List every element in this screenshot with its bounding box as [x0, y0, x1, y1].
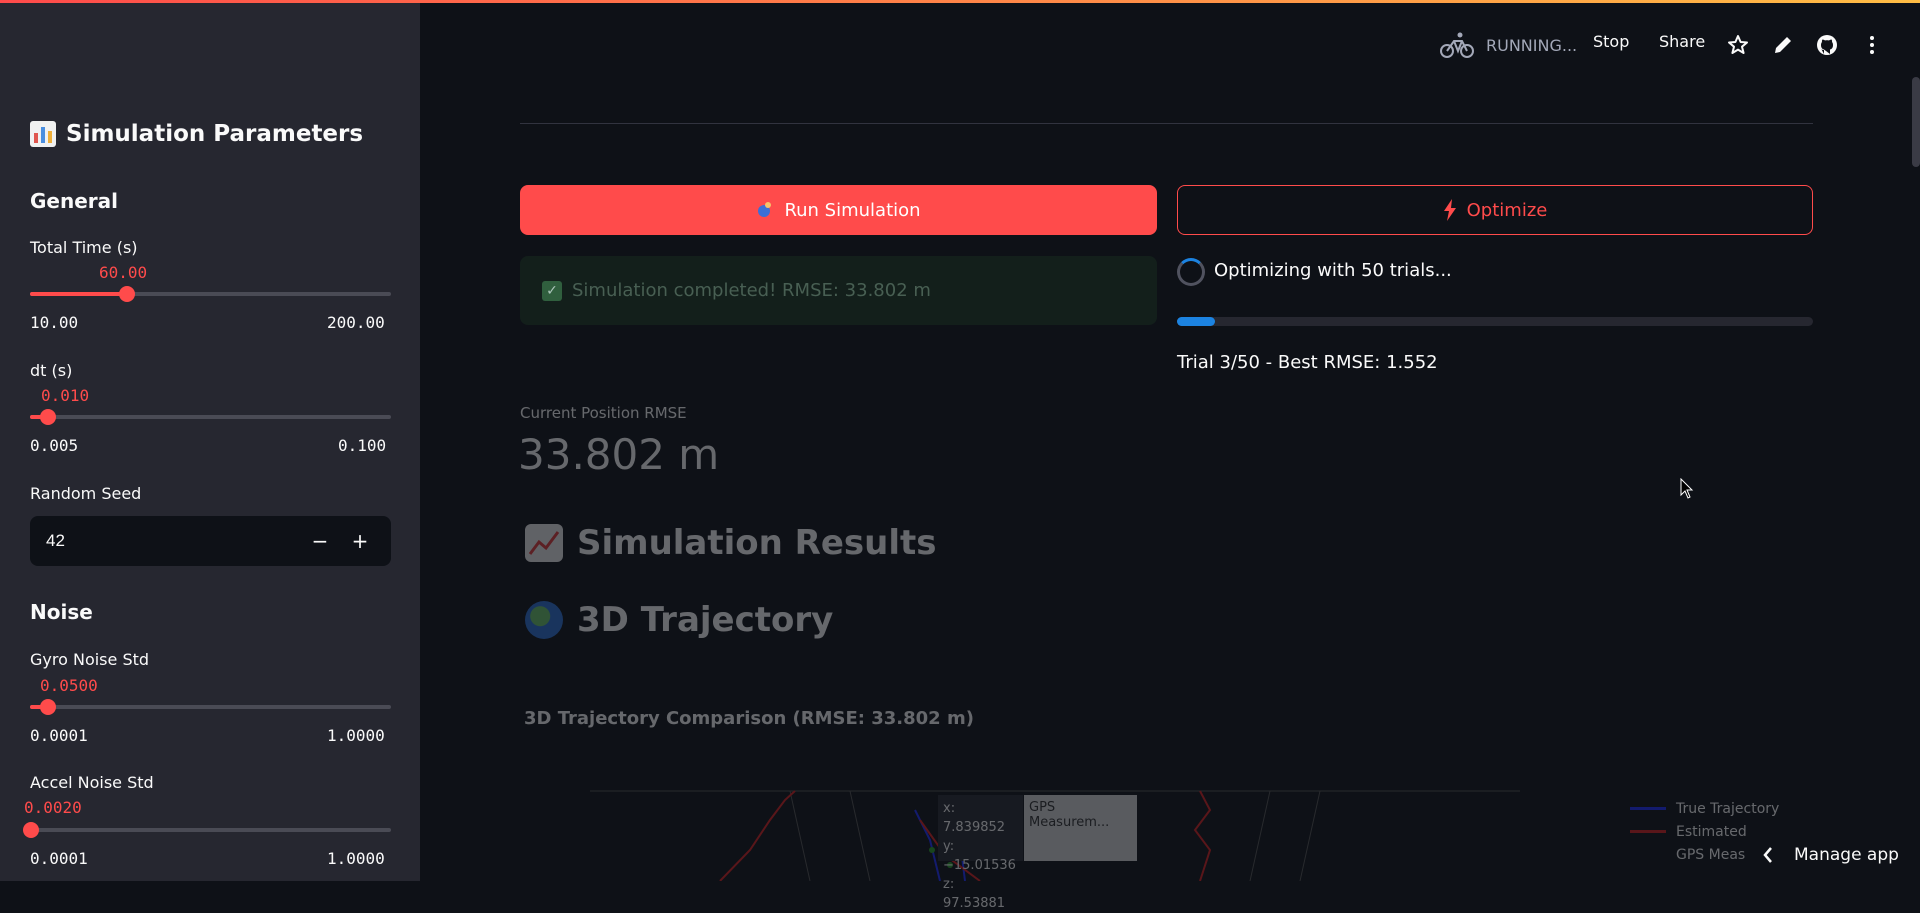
- run-simulation-button[interactable]: Run Simulation: [520, 185, 1157, 235]
- total-time-max: 200.00: [327, 313, 385, 332]
- accel-noise-slider[interactable]: [22, 822, 391, 838]
- plot-legend: True Trajectory Estimated GPS Meas: [1630, 797, 1779, 866]
- noise-heading: Noise: [30, 600, 93, 624]
- trajectory-heading: 3D Trajectory: [525, 600, 833, 640]
- slider-thumb[interactable]: [119, 286, 136, 302]
- sidebar-title: Simulation Parameters: [30, 121, 363, 147]
- random-seed-input: − +: [30, 516, 391, 566]
- dt-min: 0.005: [30, 436, 79, 455]
- progress-fill: [1177, 317, 1216, 326]
- accel-noise-value: 0.0020: [24, 798, 82, 817]
- bike-icon: [1440, 32, 1474, 58]
- optimizing-text: Optimizing with 50 trials...: [1214, 260, 1452, 281]
- accel-noise-min: 0.0001: [30, 849, 88, 868]
- gyro-noise-min: 0.0001: [30, 726, 88, 745]
- plot-tooltip: x: 7.839852 y: −15.01536 z: 97.53881 GPS…: [938, 795, 1138, 911]
- slider-thumb[interactable]: [22, 822, 39, 838]
- dt-label: dt (s): [30, 361, 73, 380]
- metric-label: Current Position RMSE: [520, 404, 687, 422]
- general-heading: General: [30, 189, 118, 213]
- manage-app-button[interactable]: Manage app: [1762, 838, 1899, 872]
- increment-button[interactable]: +: [340, 516, 380, 566]
- plot-title: 3D Trajectory Comparison (RMSE: 33.802 m…: [524, 708, 974, 729]
- dt-max: 0.100: [338, 436, 387, 455]
- trial-status: Trial 3/50 - Best RMSE: 1.552: [1177, 352, 1438, 373]
- check-icon: ✓: [542, 280, 562, 301]
- chevron-left-icon: [1763, 847, 1772, 863]
- total-time-min: 10.00: [30, 313, 79, 332]
- bar-chart-icon: [30, 121, 56, 147]
- more-vertical-icon[interactable]: [1860, 33, 1884, 57]
- gyro-noise-max: 1.0000: [327, 726, 385, 745]
- random-seed-label: Random Seed: [30, 484, 142, 503]
- globe-icon: [525, 601, 563, 639]
- share-button[interactable]: Share: [1659, 32, 1705, 51]
- dt-slider[interactable]: [30, 409, 391, 425]
- gyro-noise-slider[interactable]: [30, 699, 391, 715]
- tooltip-coords: x: 7.839852 y: −15.01536 z: 97.53881: [938, 795, 1023, 911]
- accel-noise-max: 1.0000: [327, 849, 385, 868]
- tooltip-series-name: GPS Measurem...: [1024, 795, 1137, 861]
- total-time-label: Total Time (s): [30, 238, 138, 257]
- progress-bar: [1177, 317, 1813, 326]
- runner-icon: [758, 202, 772, 217]
- random-seed-field[interactable]: [30, 516, 290, 566]
- star-icon[interactable]: [1726, 33, 1750, 57]
- divider: [520, 123, 1813, 124]
- dt-value: 0.010: [41, 386, 90, 405]
- accel-noise-label: Accel Noise Std: [30, 773, 154, 792]
- spinner-icon: [1177, 258, 1205, 286]
- legend-item[interactable]: GPS Meas: [1630, 843, 1779, 866]
- results-heading: Simulation Results: [525, 523, 937, 563]
- mouse-cursor-icon: [1680, 478, 1694, 499]
- total-time-value: 60.00: [99, 263, 148, 282]
- stop-button[interactable]: Stop: [1593, 32, 1629, 51]
- total-time-slider[interactable]: [30, 286, 391, 302]
- sidebar: Simulation Parameters General Total Time…: [0, 3, 420, 881]
- legend-item[interactable]: True Trajectory: [1630, 797, 1779, 820]
- gyro-noise-value: 0.0500: [40, 676, 98, 695]
- slider-thumb[interactable]: [40, 409, 57, 425]
- decrement-button[interactable]: −: [300, 516, 340, 566]
- pencil-icon[interactable]: [1771, 33, 1795, 57]
- slider-thumb[interactable]: [40, 699, 57, 715]
- trajectory-3d-plot[interactable]: [520, 780, 1813, 881]
- main-scrollbar[interactable]: [1912, 77, 1920, 167]
- optimize-button[interactable]: Optimize: [1177, 185, 1813, 235]
- github-icon[interactable]: [1815, 33, 1839, 57]
- gyro-noise-label: Gyro Noise Std: [30, 650, 150, 669]
- lightning-icon: [1443, 199, 1456, 221]
- chart-increasing-icon: [525, 524, 563, 562]
- slider-fill: [30, 292, 128, 296]
- running-status: RUNNING...: [1440, 28, 1577, 62]
- success-alert: ✓ Simulation completed! RMSE: 33.802 m: [520, 256, 1157, 325]
- legend-item[interactable]: Estimated: [1630, 820, 1779, 843]
- metric-value: 33.802 m: [518, 430, 720, 479]
